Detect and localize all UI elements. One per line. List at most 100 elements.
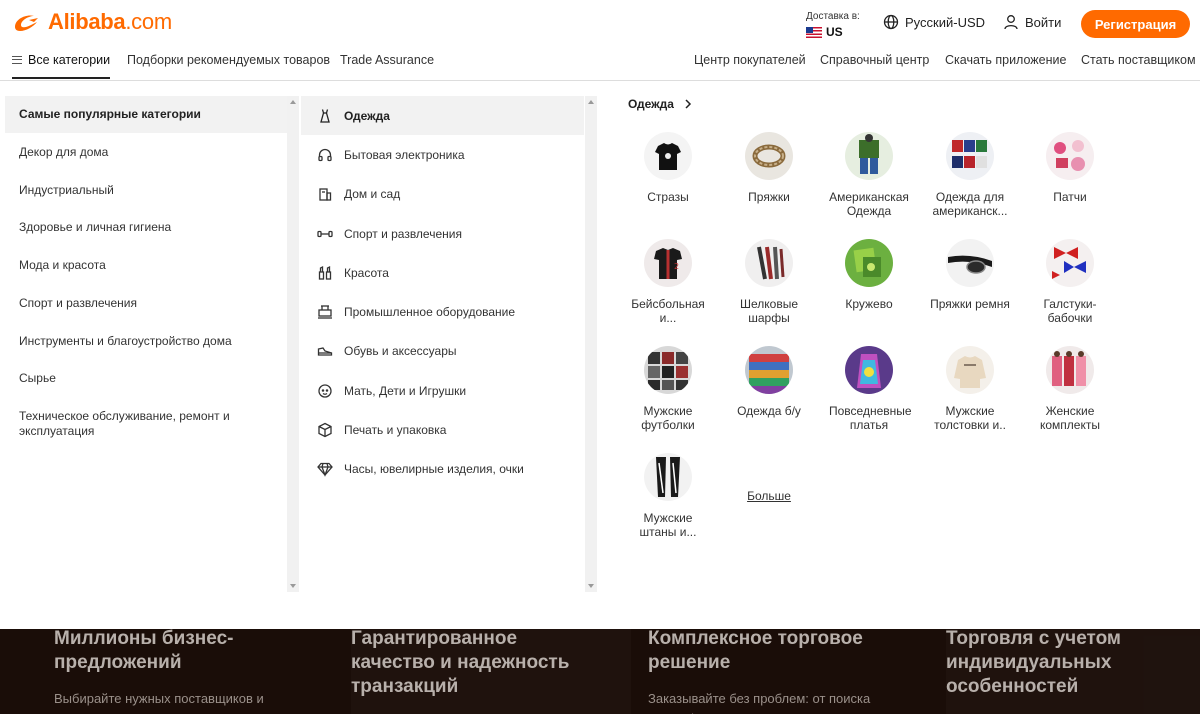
- register-button[interactable]: Регистрация: [1081, 10, 1190, 38]
- language-currency-selector[interactable]: Русский-USD: [883, 14, 985, 30]
- product-tile[interactable]: Мужские толстовки и..: [930, 346, 1010, 432]
- product-label: Шелковые шарфы: [739, 297, 798, 325]
- svg-text:2: 2: [674, 262, 679, 271]
- product-thumbnail: [644, 132, 692, 180]
- product-tile[interactable]: Одежда б/у: [729, 346, 809, 418]
- product-thumbnail: [845, 132, 893, 180]
- header: Alibaba.com Доставка в: US Русский-USD В…: [0, 0, 1200, 46]
- category-item-sports[interactable]: Спорт и развлечения: [5, 284, 287, 322]
- nav-help-center[interactable]: Справочный центр: [820, 53, 929, 67]
- nav-become-supplier[interactable]: Стать поставщиком: [1081, 53, 1196, 67]
- subcategory-item-electronics[interactable]: Бытовая электроника: [301, 135, 584, 174]
- subcategory-item-beauty[interactable]: Красота: [301, 253, 584, 292]
- scroll-up-icon[interactable]: [588, 100, 594, 104]
- subcategory-label: Бытовая электроника: [344, 147, 465, 162]
- product-tile[interactable]: Кружево: [829, 239, 909, 311]
- product-tile[interactable]: Американская Одежда: [829, 132, 909, 218]
- category-item-health[interactable]: Здоровье и личная гигиена: [5, 209, 287, 247]
- product-tile[interactable]: Пряжки ремня: [930, 239, 1010, 311]
- product-thumbnail: [845, 239, 893, 287]
- product-label: Одежда для американск...: [932, 190, 1008, 218]
- ship-to-label: Доставка в:: [806, 11, 860, 22]
- nav-get-app[interactable]: Скачать приложение: [945, 53, 1066, 67]
- product-tile[interactable]: Одежда для американск...: [930, 132, 1010, 218]
- product-tile[interactable]: Патчи: [1030, 132, 1110, 204]
- product-thumbnail: [745, 346, 793, 394]
- subcategory-item-clothing[interactable]: Одежда: [301, 96, 584, 136]
- nav-trade-assurance[interactable]: Trade Assurance: [340, 53, 434, 67]
- alibaba-logo-icon: [15, 15, 38, 31]
- product-tile[interactable]: 2 Бейсбольная и...: [628, 239, 708, 325]
- product-tile[interactable]: Мужские футболки: [628, 346, 708, 432]
- nav-featured-selections[interactable]: Подборки рекомендуемых товаров: [127, 53, 330, 67]
- alibaba-logo[interactable]: Alibaba.com: [12, 9, 172, 35]
- category-item-tools[interactable]: Инструменты и благоустройство дома: [5, 322, 287, 360]
- product-label: Одежда б/у: [737, 404, 801, 418]
- product-tile[interactable]: Пряжки: [729, 132, 809, 204]
- subcategory-item-baby-toys[interactable]: Мать, Дети и Игрушки: [301, 371, 584, 410]
- product-tile[interactable]: Стразы: [628, 132, 708, 204]
- product-thumbnail: [946, 346, 994, 394]
- product-thumbnail: [1046, 239, 1094, 287]
- user-icon: [1004, 15, 1018, 30]
- product-label: Патчи: [1053, 190, 1087, 204]
- subcategory-item-sports[interactable]: Спорт и развлечения: [301, 214, 584, 253]
- subcategory-item-home-garden[interactable]: Дом и сад: [301, 175, 584, 214]
- scroll-down-icon[interactable]: [290, 584, 296, 588]
- subcategory-item-packaging[interactable]: Печать и упаковка: [301, 410, 584, 449]
- product-label: Мужские футболки: [641, 404, 695, 432]
- features-band: Миллионы бизнес-предложений Выбирайте ну…: [0, 629, 1200, 714]
- product-tile[interactable]: Шелковые шарфы: [729, 239, 809, 325]
- subcategory-label: Обувь и аксессуары: [344, 344, 457, 359]
- product-tile[interactable]: Галстуки-бабочки: [1030, 239, 1110, 325]
- category-item-maintenance[interactable]: Техническое обслуживание, ремонт и экспл…: [5, 398, 287, 450]
- feature-card: Миллионы бизнес-предложений Выбирайте ну…: [54, 629, 334, 714]
- login-link[interactable]: Войти: [1003, 14, 1061, 30]
- category-list-scrollbar[interactable]: [287, 96, 299, 592]
- scroll-down-icon[interactable]: [588, 584, 594, 588]
- scroll-up-icon[interactable]: [290, 100, 296, 104]
- subcategory-label: Дом и сад: [344, 187, 401, 202]
- menu-icon: [12, 56, 22, 64]
- product-tile[interactable]: Мужские штаны и...: [628, 453, 708, 539]
- feature-text: Заказывайте без проблем: от поиска товар…: [648, 691, 871, 714]
- subcategory-item-shoes[interactable]: Обувь и аксессуары: [301, 332, 584, 371]
- product-label: Стразы: [647, 190, 689, 204]
- subcategory-label: Мать, Дети и Игрушки: [344, 383, 467, 398]
- box-icon: [318, 422, 332, 438]
- product-thumbnail: [1046, 132, 1094, 180]
- machinery-icon: [318, 305, 332, 319]
- us-flag-icon: [806, 26, 822, 38]
- feature-title: Миллионы бизнес-предложений: [54, 629, 234, 673]
- nav-all-categories[interactable]: Все категории: [12, 53, 111, 79]
- product-label: Повседневные платья: [829, 404, 912, 432]
- nav-buyer-central[interactable]: Центр покупателей: [694, 53, 806, 67]
- category-item-fashion-beauty[interactable]: Мода и красота: [5, 246, 287, 284]
- product-thumbnail: [946, 239, 994, 287]
- category-item-raw-materials[interactable]: Сырье: [5, 360, 287, 398]
- product-label: Пряжки: [748, 190, 790, 204]
- ship-to-selector[interactable]: Доставка в: US: [806, 11, 860, 39]
- feature-card: Гарантированное качество и надежность тр…: [351, 629, 631, 714]
- subcategory-label: Промышленное оборудование: [344, 305, 516, 320]
- product-thumbnail: [1046, 346, 1094, 394]
- subcategory-item-machinery[interactable]: Промышленное оборудование: [301, 292, 584, 331]
- subcategory-list: Одежда Бытовая электроника Дом и сад Спо…: [301, 96, 597, 592]
- top-nav: Все категории Подборки рекомендуемых тов…: [0, 46, 1200, 81]
- more-link[interactable]: Больше: [729, 489, 809, 503]
- product-label: Мужские штаны и...: [639, 511, 697, 539]
- feature-title: Комплексное торговое решение: [648, 629, 863, 673]
- product-tile[interactable]: Женские комплекты: [1030, 346, 1110, 432]
- subcategory-label: Часы, ювелирные изделия, очки: [344, 462, 524, 477]
- category-item-home-decor[interactable]: Декор для дома: [5, 133, 287, 171]
- category-item-industrial[interactable]: Индустриальный: [5, 171, 287, 209]
- subcategory-list-scrollbar[interactable]: [585, 96, 597, 592]
- product-thumbnail: [745, 239, 793, 287]
- diamond-icon: [317, 463, 333, 478]
- panel-title-link[interactable]: Одежда: [628, 96, 1188, 112]
- dumbbell-icon: [317, 230, 333, 237]
- subcategory-label: Печать и упаковка: [344, 423, 447, 438]
- category-item-popular[interactable]: Самые популярные категории: [5, 96, 287, 133]
- product-tile[interactable]: Повседневные платья: [829, 346, 912, 432]
- subcategory-item-jewelry[interactable]: Часы, ювелирные изделия, очки: [301, 450, 584, 489]
